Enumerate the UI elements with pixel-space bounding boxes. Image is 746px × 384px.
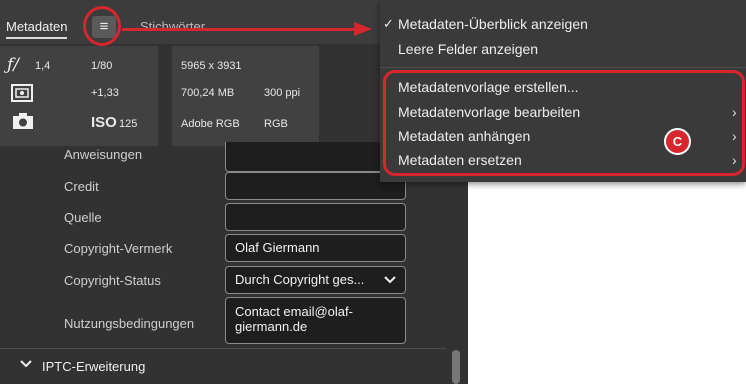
color-mode-value: RGB <box>264 118 288 130</box>
terms-line-2: giermann.de <box>235 319 308 334</box>
terms-field[interactable]: Contact email@olaf- giermann.de <box>225 297 406 344</box>
resolution-value: 300 ppi <box>264 87 301 99</box>
menu-separator <box>380 67 746 68</box>
tab-keywords[interactable]: Stichwörter <box>140 19 205 34</box>
iso-value: 125 <box>119 118 138 130</box>
copyright-status-label: Copyright-Status <box>64 273 161 288</box>
copyright-status-select[interactable]: Durch Copyright ges... <box>225 266 406 294</box>
annotation-marker-c: C <box>664 128 691 155</box>
copyright-field[interactable]: Olaf Giermann <box>225 234 406 262</box>
camera-info-block: ƒ/ 1,4 1/80 +1,33 ISO 125 <box>0 46 158 146</box>
menu-item-label: Metadaten-Überblick anzeigen <box>398 16 588 32</box>
chevron-down-icon[interactable] <box>20 358 32 373</box>
metering-icon <box>11 84 33 107</box>
color-profile-value: Adobe RGB <box>181 118 240 130</box>
aperture-f-icon: ƒ/ <box>7 55 20 75</box>
quelle-label: Quelle <box>64 210 102 225</box>
exposure-comp-value: +1,33 <box>91 87 119 99</box>
credit-label: Credit <box>64 179 99 194</box>
aperture-value: 1,4 <box>35 60 51 72</box>
iso-label: ISO <box>91 114 117 131</box>
tab-metadata[interactable]: Metadaten <box>6 19 68 39</box>
annotation-arrow-head <box>354 22 372 36</box>
annotation-arrow-line <box>122 28 356 31</box>
annotation-highlight-box <box>383 70 745 176</box>
copyright-status-value: Durch Copyright ges... <box>235 272 365 287</box>
copyright-label: Copyright-Vermerk <box>64 241 173 256</box>
terms-line-1: Contact email@olaf- <box>235 304 353 319</box>
iptc-extension-header[interactable]: IPTC-Erweiterung <box>42 359 145 374</box>
filesize-value: 700,24 MB <box>181 87 235 99</box>
menu-item-show-overview[interactable]: ✓ Metadaten-Überblick anzeigen <box>383 16 588 32</box>
anweisungen-label: Anweisungen <box>64 147 143 162</box>
shutter-value: 1/80 <box>91 60 113 72</box>
credit-field[interactable] <box>225 172 406 200</box>
panel-scrollbar[interactable] <box>452 350 460 384</box>
terms-label: Nutzungsbedingungen <box>64 316 195 331</box>
section-divider <box>0 348 446 349</box>
annotation-circle <box>83 6 121 46</box>
checkmark-icon: ✓ <box>383 16 394 31</box>
dimensions-value: 5965 x 3931 <box>181 60 242 72</box>
file-info-block: 5965 x 3931 700,24 MB 300 ppi Adobe RGB … <box>172 46 319 146</box>
camera-icon <box>12 112 34 135</box>
menu-item-show-empty-fields[interactable]: Leere Felder anzeigen <box>398 41 538 57</box>
quelle-field[interactable] <box>225 203 406 231</box>
anweisungen-field[interactable] <box>225 142 406 172</box>
